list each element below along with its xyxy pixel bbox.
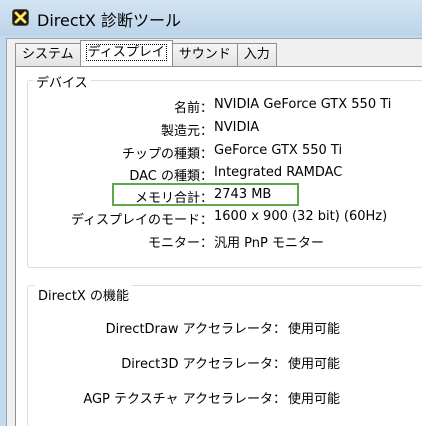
monitor-value-row: 汎用 PnP モニター bbox=[214, 232, 414, 252]
dac-type-label: DAC の種類： bbox=[129, 169, 213, 184]
display-mode-value-row: 1600 x 900 (32 bit) (60Hz) bbox=[214, 209, 414, 229]
dac-type-row: DAC の種類： bbox=[0, 165, 213, 185]
tab-system-label: システム bbox=[22, 47, 74, 62]
directdraw-value-row: 使用可能 bbox=[288, 318, 408, 338]
tab-system[interactable]: システム bbox=[15, 43, 81, 66]
tab-strip: システム ディスプレイ サウンド 入力 bbox=[15, 40, 277, 66]
manufacturer-label: 製造元： bbox=[160, 124, 213, 139]
agp-texture-label: AGP テクスチャ アクセラレータ： bbox=[83, 392, 286, 407]
manufacturer-row: 製造元： bbox=[0, 120, 213, 140]
name-value-row: NVIDIA GeForce GTX 550 Ti bbox=[214, 97, 414, 117]
name-row: 名前： bbox=[0, 97, 213, 117]
directx-x-icon bbox=[12, 9, 29, 26]
tab-input-label: 入力 bbox=[243, 47, 270, 62]
chip-type-value-row: GeForce GTX 550 Ti bbox=[214, 143, 414, 163]
title-bar[interactable]: DirectX 診断ツール bbox=[0, 0, 422, 36]
tab-display[interactable]: ディスプレイ bbox=[79, 40, 173, 66]
monitor-label: モニター： bbox=[147, 236, 213, 251]
monitor-value: 汎用 PnP モニター bbox=[214, 236, 324, 251]
direct3d-row: Direct3D アクセラレータ： bbox=[0, 353, 286, 373]
agp-texture-row: AGP テクスチャ アクセラレータ： bbox=[0, 388, 286, 408]
tab-sound[interactable]: サウンド bbox=[171, 43, 238, 66]
dac-type-value-row: Integrated RAMDAC bbox=[214, 165, 414, 185]
display-mode-label: ディスプレイのモード： bbox=[70, 213, 213, 228]
agp-texture-value: 使用可能 bbox=[288, 392, 341, 407]
manufacturer-value-row: NVIDIA bbox=[214, 120, 414, 140]
chip-type-value: GeForce GTX 550 Ti bbox=[214, 143, 343, 158]
monitor-row: モニター： bbox=[0, 232, 213, 252]
total-memory-highlight-box bbox=[112, 183, 299, 206]
device-group-title: デバイス bbox=[33, 72, 91, 91]
direct3d-value-row: 使用可能 bbox=[288, 353, 408, 373]
name-value: NVIDIA GeForce GTX 550 Ti bbox=[214, 97, 392, 112]
name-label: 名前： bbox=[173, 101, 213, 116]
manufacturer-value: NVIDIA bbox=[214, 120, 260, 135]
chip-type-label: チップの種類： bbox=[121, 147, 213, 162]
directx-diagnostic-window: DirectX 診断ツール システム ディスプレイ サウンド 入力 デバイス 名… bbox=[0, 0, 422, 426]
window-title: DirectX 診断ツール bbox=[37, 11, 181, 30]
direct3d-value: 使用可能 bbox=[288, 357, 341, 372]
agp-texture-value-row: 使用可能 bbox=[288, 388, 408, 408]
directdraw-label: DirectDraw アクセラレータ： bbox=[105, 322, 286, 337]
display-mode-value: 1600 x 900 (32 bit) (60Hz) bbox=[214, 209, 388, 224]
tab-display-label: ディスプレイ bbox=[85, 44, 167, 61]
tab-sound-label: サウンド bbox=[178, 47, 231, 62]
directx-features-group-title: DirectX の機能 bbox=[35, 285, 132, 304]
chip-type-row: チップの種類： bbox=[0, 143, 213, 163]
directdraw-row: DirectDraw アクセラレータ： bbox=[0, 318, 286, 338]
directdraw-value: 使用可能 bbox=[288, 322, 341, 337]
display-mode-row: ディスプレイのモード： bbox=[0, 209, 213, 229]
dac-type-value: Integrated RAMDAC bbox=[214, 165, 343, 180]
tab-input[interactable]: 入力 bbox=[236, 43, 277, 66]
direct3d-label: Direct3D アクセラレータ： bbox=[121, 357, 286, 372]
